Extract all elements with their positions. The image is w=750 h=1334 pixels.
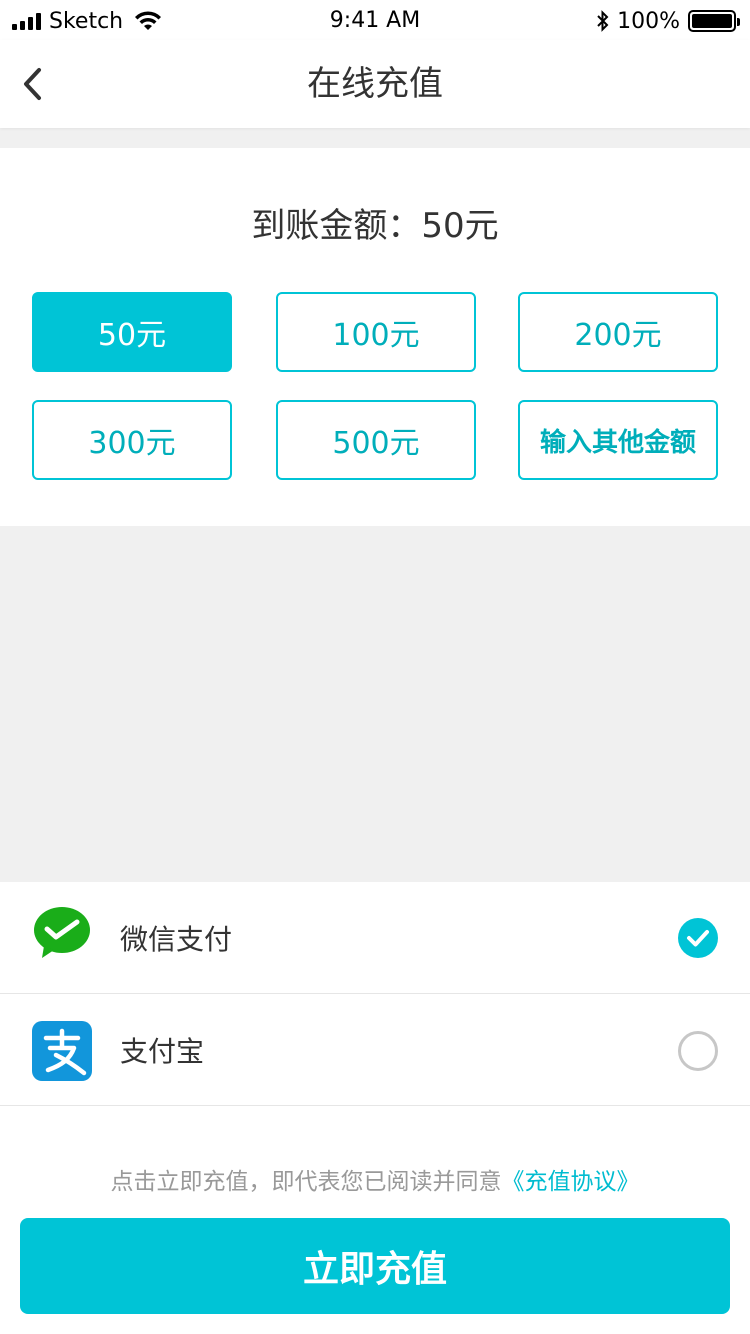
radio-checked-icon[interactable] bbox=[678, 918, 718, 958]
bluetooth-icon bbox=[597, 10, 609, 32]
payment-method-alipay[interactable]: 支付宝 bbox=[0, 995, 750, 1106]
alipay-icon bbox=[32, 1021, 92, 1081]
nav-bar: 在线充值 bbox=[0, 40, 750, 128]
payment-method-wechat[interactable]: 微信支付 bbox=[0, 882, 750, 994]
amount-option-200[interactable]: 200元 bbox=[518, 292, 718, 372]
battery-percent: 100% bbox=[617, 8, 680, 34]
amount-option-50[interactable]: 50元 bbox=[32, 292, 232, 372]
page-title: 在线充值 bbox=[307, 64, 443, 104]
amount-summary-value: 50元 bbox=[421, 206, 499, 246]
agreement-link[interactable]: 《充值协议》 bbox=[502, 1169, 640, 1195]
payment-label-alipay: 支付宝 bbox=[120, 1035, 205, 1068]
payment-method-list: 微信支付 支付宝 bbox=[0, 882, 750, 1106]
footer: 点击立即充值，即代表您已阅读并同意《充值协议》 立即充值 bbox=[0, 1106, 750, 1334]
agreement-prefix: 点击立即充值，即代表您已阅读并同意 bbox=[110, 1169, 502, 1195]
agreement-text: 点击立即充值，即代表您已阅读并同意《充值协议》 bbox=[0, 1162, 750, 1196]
amount-option-300[interactable]: 300元 bbox=[32, 400, 232, 480]
submit-recharge-button[interactable]: 立即充值 bbox=[20, 1218, 730, 1314]
payment-label-wechat: 微信支付 bbox=[120, 922, 233, 956]
radio-unchecked-icon[interactable] bbox=[678, 1031, 718, 1071]
amount-summary: 到账金额：50元 bbox=[0, 198, 750, 247]
amount-summary-label: 到账金额： bbox=[251, 206, 422, 246]
amount-option-custom[interactable]: 输入其他金额 bbox=[518, 400, 718, 480]
status-bar: Sketch 9:41 AM 100% bbox=[0, 0, 750, 40]
battery-icon bbox=[688, 10, 740, 32]
amount-panel: 到账金额：50元 50元 100元 200元 300元 500元 输入其他金额 bbox=[0, 148, 750, 526]
wechat-pay-icon bbox=[34, 907, 90, 958]
amount-option-500[interactable]: 500元 bbox=[276, 400, 476, 480]
amount-option-100[interactable]: 100元 bbox=[276, 292, 476, 372]
